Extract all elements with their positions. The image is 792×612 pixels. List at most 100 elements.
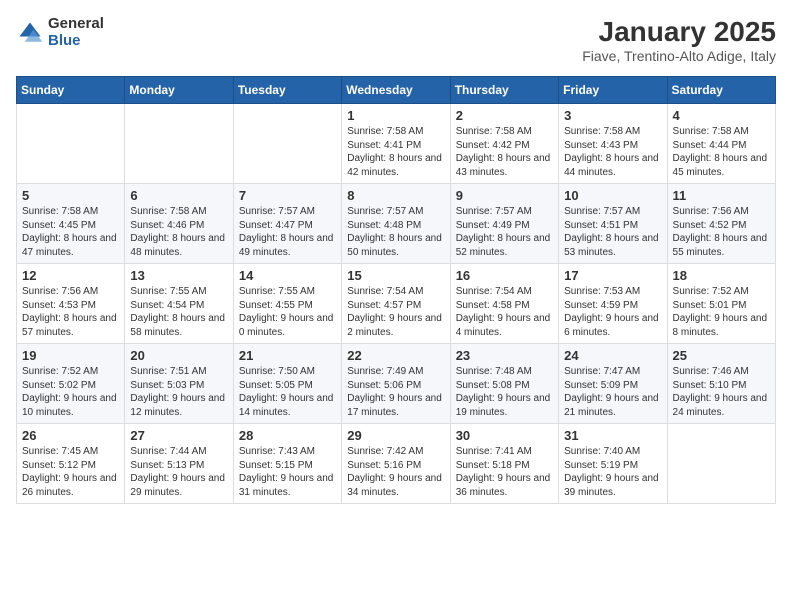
day-number: 29 bbox=[347, 428, 444, 443]
day-number: 10 bbox=[564, 188, 661, 203]
day-info: Sunrise: 7:49 AM Sunset: 5:06 PM Dayligh… bbox=[347, 365, 444, 419]
calendar-cell: 26Sunrise: 7:45 AM Sunset: 5:12 PM Dayli… bbox=[17, 424, 125, 504]
day-number: 30 bbox=[456, 428, 553, 443]
calendar-title: January 2025 bbox=[582, 16, 776, 48]
calendar-cell: 19Sunrise: 7:52 AM Sunset: 5:02 PM Dayli… bbox=[17, 344, 125, 424]
day-info: Sunrise: 7:57 AM Sunset: 4:51 PM Dayligh… bbox=[564, 205, 661, 259]
calendar-cell: 16 Sunrise: 7:54 AM Sunset: 4:58 PM Dayli… bbox=[450, 264, 558, 344]
calendar-header: SundayMondayTuesdayWednesdayThursdayFrid… bbox=[17, 77, 776, 104]
calendar-week-row: 19Sunrise: 7:52 AM Sunset: 5:02 PM Dayli… bbox=[17, 344, 776, 424]
calendar-cell: 7 Sunrise: 7:57 AM Sunset: 4:47 PM Daylig… bbox=[233, 184, 341, 264]
day-number: 23 bbox=[456, 348, 553, 363]
calendar-cell: 29 Sunrise: 7:42 AM Sunset: 5:16 PM Dayli… bbox=[342, 424, 450, 504]
calendar-cell: 9 Sunrise: 7:57 AM Sunset: 4:49 PM Daylig… bbox=[450, 184, 558, 264]
day-number: 5 bbox=[22, 188, 119, 203]
day-number: 2 bbox=[456, 108, 553, 123]
day-number: 9 bbox=[456, 188, 553, 203]
day-number: 6 bbox=[130, 188, 227, 203]
calendar-cell bbox=[233, 104, 341, 184]
day-info: Sunrise: 7:54 AM Sunset: 4:58 PM Dayligh… bbox=[456, 285, 553, 339]
weekday-header-wednesday: Wednesday bbox=[342, 77, 450, 104]
day-info: Sunrise: 7:50 AM Sunset: 5:05 PM Dayligh… bbox=[239, 365, 336, 419]
day-info: Sunrise: 7:58 AM Sunset: 4:44 PM Dayligh… bbox=[673, 125, 770, 179]
day-number: 20 bbox=[130, 348, 227, 363]
day-number: 19 bbox=[22, 348, 119, 363]
day-number: 16 bbox=[456, 268, 553, 283]
calendar-cell: 2 Sunrise: 7:58 AM Sunset: 4:42 PM Daylig… bbox=[450, 104, 558, 184]
day-number: 14 bbox=[239, 268, 336, 283]
day-info: Sunrise: 7:57 AM Sunset: 4:49 PM Dayligh… bbox=[456, 205, 553, 259]
day-info: Sunrise: 7:56 AM Sunset: 4:53 PM Dayligh… bbox=[22, 285, 119, 339]
weekday-header-saturday: Saturday bbox=[667, 77, 775, 104]
weekday-header-friday: Friday bbox=[559, 77, 667, 104]
day-number: 28 bbox=[239, 428, 336, 443]
calendar-week-row: 26Sunrise: 7:45 AM Sunset: 5:12 PM Dayli… bbox=[17, 424, 776, 504]
day-info: Sunrise: 7:57 AM Sunset: 4:48 PM Dayligh… bbox=[347, 205, 444, 259]
day-info: Sunrise: 7:44 AM Sunset: 5:13 PM Dayligh… bbox=[130, 445, 227, 499]
day-number: 17 bbox=[564, 268, 661, 283]
calendar-cell: 3 Sunrise: 7:58 AM Sunset: 4:43 PM Daylig… bbox=[559, 104, 667, 184]
title-block: January 2025 Fiave, Trentino-Alto Adige,… bbox=[582, 16, 776, 64]
calendar-cell: 21Sunrise: 7:50 AM Sunset: 5:05 PM Dayli… bbox=[233, 344, 341, 424]
day-number: 7 bbox=[239, 188, 336, 203]
weekday-header-tuesday: Tuesday bbox=[233, 77, 341, 104]
day-info: Sunrise: 7:58 AM Sunset: 4:42 PM Dayligh… bbox=[456, 125, 553, 179]
day-number: 11 bbox=[673, 188, 770, 203]
page-header: General Blue January 2025 Fiave, Trentin… bbox=[16, 16, 776, 64]
calendar-cell: 28 Sunrise: 7:43 AM Sunset: 5:15 PM Dayli… bbox=[233, 424, 341, 504]
calendar-cell: 20 Sunrise: 7:51 AM Sunset: 5:03 PM Dayli… bbox=[125, 344, 233, 424]
calendar-cell: 1 Sunrise: 7:58 AM Sunset: 4:41 PM Daylig… bbox=[342, 104, 450, 184]
calendar-cell: 11 Sunrise: 7:56 AM Sunset: 4:52 PM Dayli… bbox=[667, 184, 775, 264]
day-info: Sunrise: 7:57 AM Sunset: 4:47 PM Dayligh… bbox=[239, 205, 336, 259]
weekday-header-thursday: Thursday bbox=[450, 77, 558, 104]
day-info: Sunrise: 7:55 AM Sunset: 4:55 PM Dayligh… bbox=[239, 285, 336, 339]
day-info: Sunrise: 7:58 AM Sunset: 4:45 PM Dayligh… bbox=[22, 205, 119, 259]
calendar-cell: 23 Sunrise: 7:48 AM Sunset: 5:08 PM Dayli… bbox=[450, 344, 558, 424]
calendar-cell: 5 Sunrise: 7:58 AM Sunset: 4:45 PM Daylig… bbox=[17, 184, 125, 264]
day-info: Sunrise: 7:46 AM Sunset: 5:10 PM Dayligh… bbox=[673, 365, 770, 419]
day-info: Sunrise: 7:55 AM Sunset: 4:54 PM Dayligh… bbox=[130, 285, 227, 339]
day-number: 18 bbox=[673, 268, 770, 283]
logo-icon bbox=[16, 19, 44, 47]
calendar-body: 1 Sunrise: 7:58 AM Sunset: 4:41 PM Daylig… bbox=[17, 104, 776, 504]
day-number: 27 bbox=[130, 428, 227, 443]
day-number: 13 bbox=[130, 268, 227, 283]
day-number: 24 bbox=[564, 348, 661, 363]
weekday-header-sunday: Sunday bbox=[17, 77, 125, 104]
day-info: Sunrise: 7:48 AM Sunset: 5:08 PM Dayligh… bbox=[456, 365, 553, 419]
day-number: 12 bbox=[22, 268, 119, 283]
calendar-cell: 30Sunrise: 7:41 AM Sunset: 5:18 PM Dayli… bbox=[450, 424, 558, 504]
calendar-cell: 12 Sunrise: 7:56 AM Sunset: 4:53 PM Dayli… bbox=[17, 264, 125, 344]
logo: General Blue bbox=[16, 16, 104, 49]
calendar-cell: 8Sunrise: 7:57 AM Sunset: 4:48 PM Daylig… bbox=[342, 184, 450, 264]
day-number: 3 bbox=[564, 108, 661, 123]
day-info: Sunrise: 7:58 AM Sunset: 4:41 PM Dayligh… bbox=[347, 125, 444, 179]
day-info: Sunrise: 7:40 AM Sunset: 5:19 PM Dayligh… bbox=[564, 445, 661, 499]
day-number: 22 bbox=[347, 348, 444, 363]
logo-general-text: General bbox=[48, 16, 104, 33]
calendar-cell bbox=[125, 104, 233, 184]
day-info: Sunrise: 7:42 AM Sunset: 5:16 PM Dayligh… bbox=[347, 445, 444, 499]
day-number: 4 bbox=[673, 108, 770, 123]
day-info: Sunrise: 7:47 AM Sunset: 5:09 PM Dayligh… bbox=[564, 365, 661, 419]
calendar-week-row: 1 Sunrise: 7:58 AM Sunset: 4:41 PM Daylig… bbox=[17, 104, 776, 184]
day-info: Sunrise: 7:53 AM Sunset: 4:59 PM Dayligh… bbox=[564, 285, 661, 339]
calendar-cell: 25Sunrise: 7:46 AM Sunset: 5:10 PM Dayli… bbox=[667, 344, 775, 424]
day-number: 31 bbox=[564, 428, 661, 443]
calendar-cell: 13 Sunrise: 7:55 AM Sunset: 4:54 PM Dayli… bbox=[125, 264, 233, 344]
day-info: Sunrise: 7:54 AM Sunset: 4:57 PM Dayligh… bbox=[347, 285, 444, 339]
calendar-week-row: 5 Sunrise: 7:58 AM Sunset: 4:45 PM Daylig… bbox=[17, 184, 776, 264]
logo-blue-text: Blue bbox=[48, 33, 104, 50]
day-info: Sunrise: 7:51 AM Sunset: 5:03 PM Dayligh… bbox=[130, 365, 227, 419]
calendar-cell: 6Sunrise: 7:58 AM Sunset: 4:46 PM Daylig… bbox=[125, 184, 233, 264]
day-info: Sunrise: 7:52 AM Sunset: 5:01 PM Dayligh… bbox=[673, 285, 770, 339]
day-number: 1 bbox=[347, 108, 444, 123]
calendar-cell: 22 Sunrise: 7:49 AM Sunset: 5:06 PM Dayli… bbox=[342, 344, 450, 424]
day-info: Sunrise: 7:58 AM Sunset: 4:43 PM Dayligh… bbox=[564, 125, 661, 179]
day-info: Sunrise: 7:43 AM Sunset: 5:15 PM Dayligh… bbox=[239, 445, 336, 499]
day-info: Sunrise: 7:56 AM Sunset: 4:52 PM Dayligh… bbox=[673, 205, 770, 259]
weekday-header-monday: Monday bbox=[125, 77, 233, 104]
calendar-subtitle: Fiave, Trentino-Alto Adige, Italy bbox=[582, 48, 776, 64]
calendar-cell bbox=[667, 424, 775, 504]
calendar-week-row: 12 Sunrise: 7:56 AM Sunset: 4:53 PM Dayli… bbox=[17, 264, 776, 344]
